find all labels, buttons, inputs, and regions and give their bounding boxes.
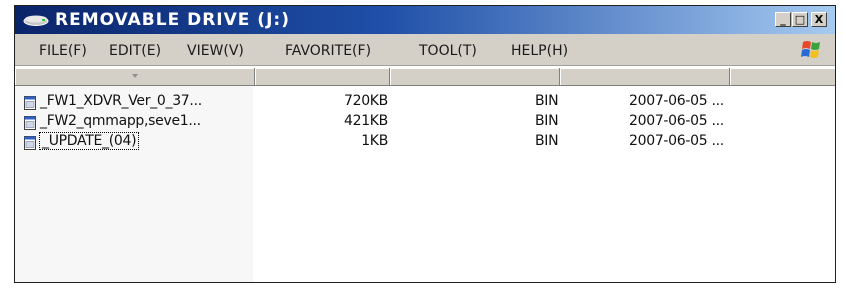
file-size: 421KB [343,113,388,129]
menu-edit[interactable]: EDIT(E) [109,43,161,59]
column-header [15,68,835,86]
file-size: 720KB [343,93,388,109]
sort-arrow-icon [131,74,138,78]
header-type[interactable] [390,68,560,85]
menu-view[interactable]: VIEW(V) [187,43,244,59]
header-name[interactable] [15,68,255,85]
header-date[interactable] [560,68,730,85]
file-row[interactable]: _FW1_XDVR_Ver_0_37... 720KB BIN 2007-06-… [15,92,835,112]
file-name: _FW1_XDVR_Ver_0_37... [40,93,202,109]
file-date: 2007-06-05 ... [629,133,724,149]
window-title: REMOVABLE DRIVE (J:) [55,10,290,30]
bin-file-icon [24,96,36,110]
menu-file[interactable]: FILE(F) [39,43,87,59]
menu-help[interactable]: HELP(H) [511,43,568,59]
drive-icon [23,15,49,26]
file-row[interactable]: _FW2_qmmapp,seve1... 421KB BIN 2007-06-0… [15,112,835,132]
file-size: 1KB [361,133,388,149]
menu-bar: FILE(F) EDIT(E) VIEW(V) FAVORITE(F) TOOL… [15,34,835,66]
maximize-button[interactable]: □ [792,12,808,27]
bin-file-icon [24,116,36,130]
menu-tool[interactable]: TOOL(T) [419,43,477,59]
file-name: _UPDATE_(04) [38,132,140,150]
file-list: _FW1_XDVR_Ver_0_37... 720KB BIN 2007-06-… [15,86,835,282]
file-type: BIN [535,93,559,109]
close-button[interactable]: X [811,12,827,27]
header-extra[interactable] [730,68,835,85]
file-row-selected[interactable]: _UPDATE_(04) 1KB BIN 2007-06-05 ... [15,132,835,152]
header-size[interactable] [255,68,390,85]
file-type: BIN [535,133,559,149]
menu-favorite[interactable]: FAVORITE(F) [285,43,371,59]
explorer-window: REMOVABLE DRIVE (J:) _ □ X FILE(F) EDIT(… [14,5,836,283]
bin-file-icon [24,136,36,150]
minimize-button[interactable]: _ [775,12,791,27]
file-date: 2007-06-05 ... [629,113,724,129]
file-type: BIN [535,113,559,129]
file-name: _FW2_qmmapp,seve1... [40,113,201,129]
title-bar[interactable]: REMOVABLE DRIVE (J:) _ □ X [15,6,835,34]
windows-flag-icon [801,41,820,58]
file-date: 2007-06-05 ... [629,93,724,109]
